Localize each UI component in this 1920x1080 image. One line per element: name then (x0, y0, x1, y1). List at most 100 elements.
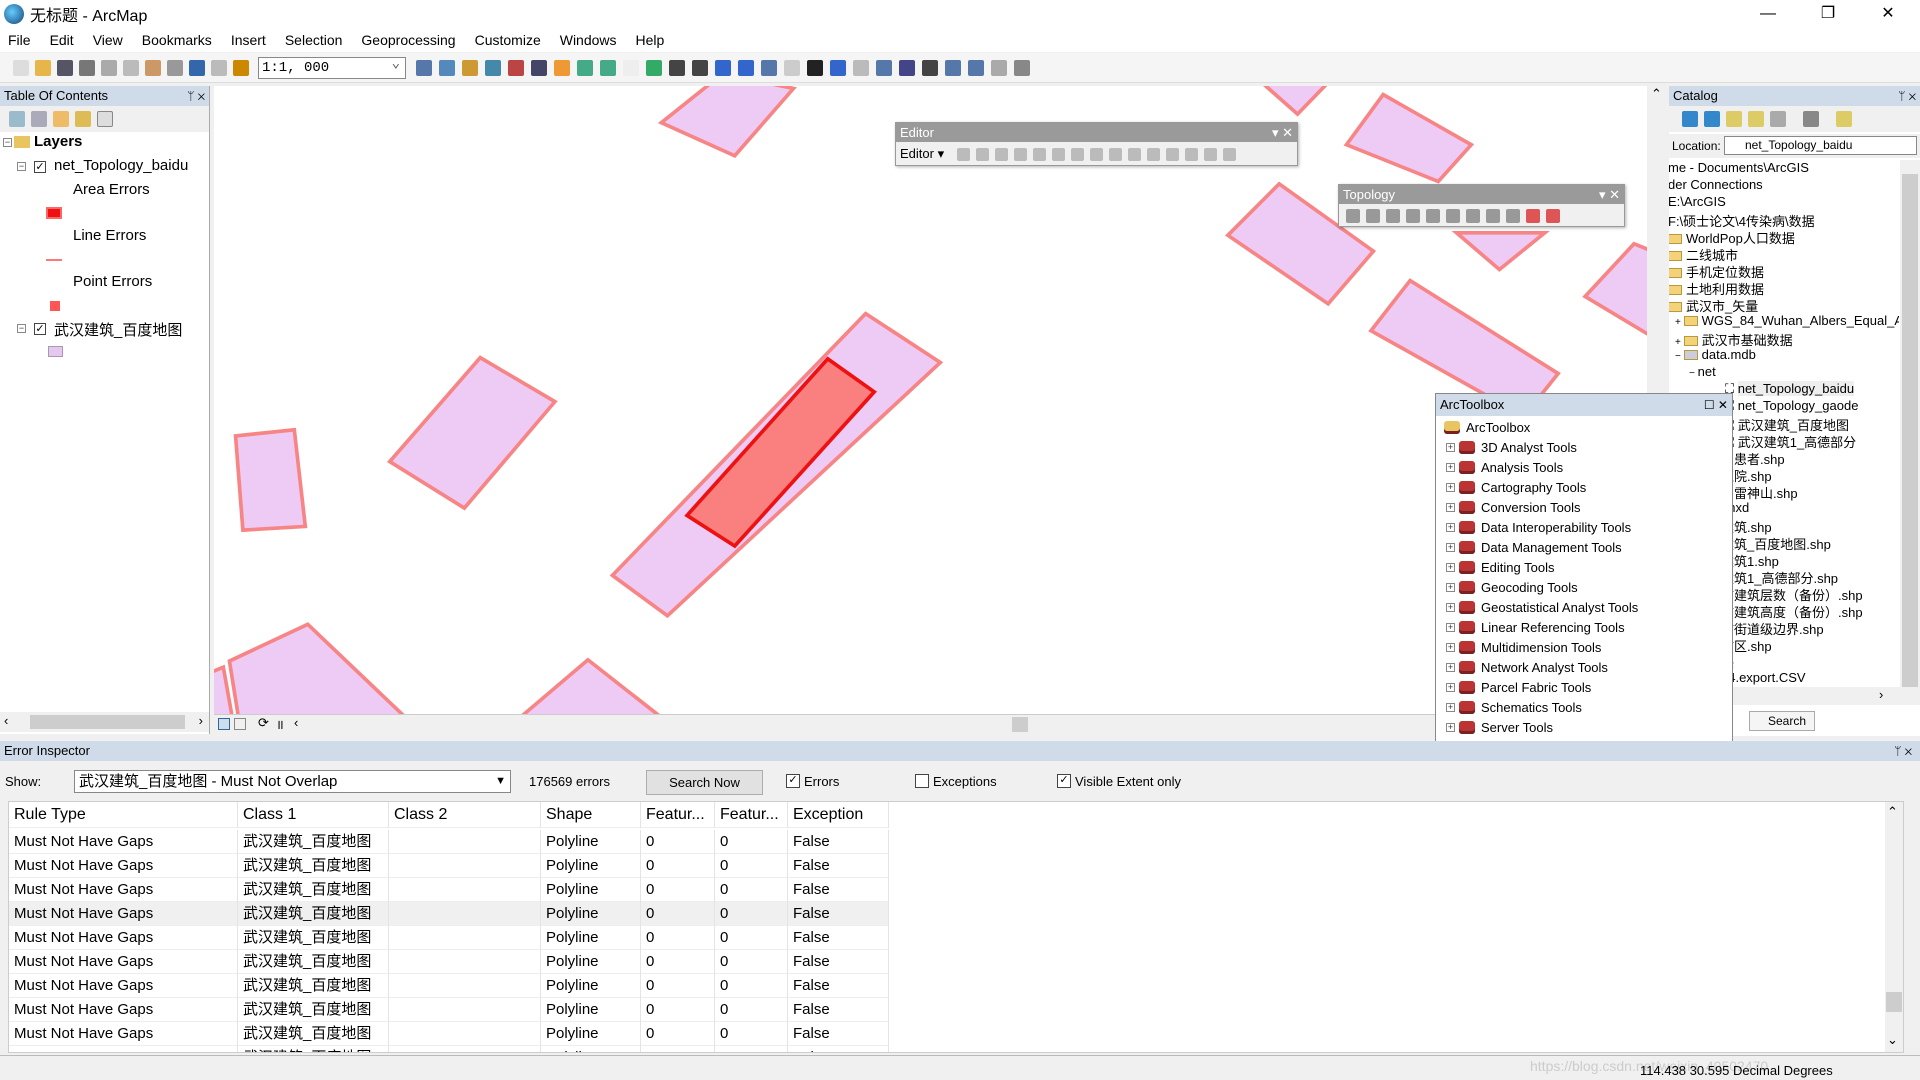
errors-checkbox[interactable]: ✓ (786, 774, 800, 788)
menu-insert[interactable]: Insert (231, 32, 266, 48)
toolbox-item[interactable]: + Analysis Tools (1446, 460, 1563, 475)
expand-icon[interactable]: − (1675, 351, 1684, 362)
data-view-icon[interactable] (234, 718, 246, 730)
toolbox-item[interactable]: + Linear Referencing Tools (1446, 620, 1625, 635)
forward-icon[interactable] (737, 59, 754, 76)
errors-label[interactable]: Errors (804, 774, 839, 789)
visible-extent-checkbox[interactable]: ✓ (1057, 774, 1071, 788)
column-header-2[interactable]: Class 2 (389, 802, 541, 828)
collapse-layers-icon[interactable]: − (3, 138, 12, 147)
expand-icon[interactable]: + (1446, 583, 1455, 592)
menu-view[interactable]: View (93, 32, 123, 48)
expand-icon[interactable]: + (1446, 623, 1455, 632)
layer-visibility-checkbox[interactable]: ✓ (34, 323, 46, 335)
up-one-level-icon[interactable] (1726, 111, 1742, 127)
search-now-button[interactable]: Search Now (646, 770, 763, 795)
menu-geoprocessing[interactable]: Geoprocessing (361, 32, 455, 48)
python-icon[interactable] (530, 59, 547, 76)
map-canvas[interactable] (214, 86, 1647, 732)
edit-annotation-icon[interactable] (976, 147, 990, 161)
layers-root[interactable]: Layers (34, 133, 82, 150)
find-icon[interactable] (921, 59, 938, 76)
pin-icon[interactable]: ᛘ (187, 89, 194, 103)
reshape-edge-icon[interactable] (1406, 209, 1420, 223)
map-topology-icon[interactable] (1346, 209, 1360, 223)
expand-icon[interactable]: + (1446, 563, 1455, 572)
attributes-icon[interactable] (1185, 147, 1199, 161)
topology-toolbar-header[interactable]: Topology ▾ ✕ (1339, 185, 1624, 204)
collapse-icon[interactable]: − (17, 324, 26, 333)
toolbox-item[interactable]: + Server Tools (1446, 720, 1553, 735)
expand-icon[interactable]: + (1446, 643, 1455, 652)
reshape-icon[interactable] (1128, 147, 1142, 161)
toolbox-item[interactable]: + Data Interoperability Tools (1446, 520, 1631, 535)
column-header-6[interactable]: Exception (788, 802, 889, 828)
expand-icon[interactable]: + (1446, 443, 1455, 452)
expand-icon[interactable]: + (1675, 317, 1684, 328)
toolbox-item[interactable]: + Cartography Tools (1446, 480, 1586, 495)
html-popup-icon[interactable] (875, 59, 892, 76)
column-header-4[interactable]: Featur... (641, 802, 715, 828)
catalog-window-icon[interactable] (461, 59, 478, 76)
pause-icon[interactable]: ॥ (276, 715, 284, 733)
layer-name[interactable]: 武汉建筑_百度地图 (54, 319, 182, 340)
fixed-zoom-in-icon[interactable] (668, 59, 685, 76)
table-row[interactable]: Must Not Have Gaps武汉建筑_百度地图Polyline00Fal… (9, 950, 889, 974)
menu-selection[interactable]: Selection (285, 32, 343, 48)
dropdown-arrow-icon[interactable]: ▼ (495, 771, 506, 792)
sketch-properties-icon[interactable] (1166, 147, 1180, 161)
layout-view-icon[interactable] (218, 718, 230, 730)
expand-icon[interactable]: − (1689, 368, 1698, 379)
layer-visibility-checkbox[interactable]: ✓ (34, 161, 46, 173)
options-icon[interactable] (1223, 147, 1237, 161)
editor-toolbar-header[interactable]: Editor ▾ ✕ (896, 123, 1297, 142)
catalog-item[interactable]: E:\ArcGIS (1669, 194, 1726, 209)
undo-icon[interactable] (189, 59, 205, 76)
catalog-item[interactable]: der Connections (1669, 177, 1763, 192)
refresh-icon[interactable]: ⟳ (258, 715, 269, 731)
building-polygon[interactable] (227, 622, 416, 725)
expand-icon[interactable]: + (1446, 703, 1455, 712)
visible-extent-label[interactable]: Visible Extent only (1075, 774, 1181, 789)
table-row[interactable]: Must Not Have Gaps武汉建筑_百度地图Polyline00Fal… (9, 998, 889, 1022)
table-row[interactable]: Must Not Have Gaps武汉建筑_百度地图Polyline00Fal… (9, 878, 889, 902)
back-icon[interactable] (714, 59, 731, 76)
zoom-out-icon[interactable] (599, 59, 616, 76)
building-polygon[interactable] (1255, 86, 1335, 117)
error-inspector-controls[interactable]: ᛘ ✕ (1894, 741, 1912, 761)
menu-windows[interactable]: Windows (560, 32, 617, 48)
disconnect-folder-icon[interactable] (1770, 111, 1786, 127)
building-polygon[interactable] (1451, 230, 1550, 272)
validate-topology-icon[interactable] (1506, 209, 1520, 223)
catalog-item[interactable]: ⛶ net_Topology_baidu (1725, 381, 1855, 397)
identify-icon[interactable] (829, 59, 846, 76)
editor-toolbar-icon[interactable] (415, 59, 432, 76)
select-features-icon[interactable] (760, 59, 777, 76)
building-polygon[interactable] (1343, 92, 1475, 184)
rotate-icon[interactable] (1109, 147, 1123, 161)
toolbox-item[interactable]: + Schematics Tools (1446, 700, 1582, 715)
building-polygon[interactable] (509, 657, 673, 725)
arctoolbox-controls[interactable]: ☐ ✕ (1704, 394, 1728, 416)
generalize-edge-icon[interactable] (1446, 209, 1460, 223)
save-icon[interactable] (57, 59, 73, 76)
menu-file[interactable]: File (8, 32, 31, 48)
options-icon[interactable] (97, 111, 113, 127)
editor-menu[interactable]: Editor ▾ (900, 146, 944, 162)
menu-bookmarks[interactable]: Bookmarks (142, 32, 212, 48)
full-extent-icon[interactable] (645, 59, 662, 76)
collapse-icon[interactable]: − (17, 162, 26, 171)
create-features-icon[interactable] (1204, 147, 1218, 161)
options-icon[interactable] (1836, 111, 1852, 127)
time-slider-icon[interactable] (990, 59, 1007, 76)
expand-icon[interactable]: + (1446, 683, 1455, 692)
arctoolbox-icon[interactable] (507, 59, 524, 76)
editor-close-icon[interactable]: ▾ ✕ (1272, 123, 1293, 142)
toolbox-item[interactable]: + Multidimension Tools (1446, 640, 1601, 655)
building-polygon[interactable] (233, 427, 308, 533)
list-by-visibility-icon[interactable] (53, 111, 69, 127)
build-topology-cache-icon[interactable] (1466, 209, 1480, 223)
trace-icon[interactable] (1033, 147, 1047, 161)
edit-tool-icon[interactable] (957, 147, 971, 161)
arctoolbox-header[interactable]: ArcToolbox ☐ ✕ (1436, 394, 1732, 416)
